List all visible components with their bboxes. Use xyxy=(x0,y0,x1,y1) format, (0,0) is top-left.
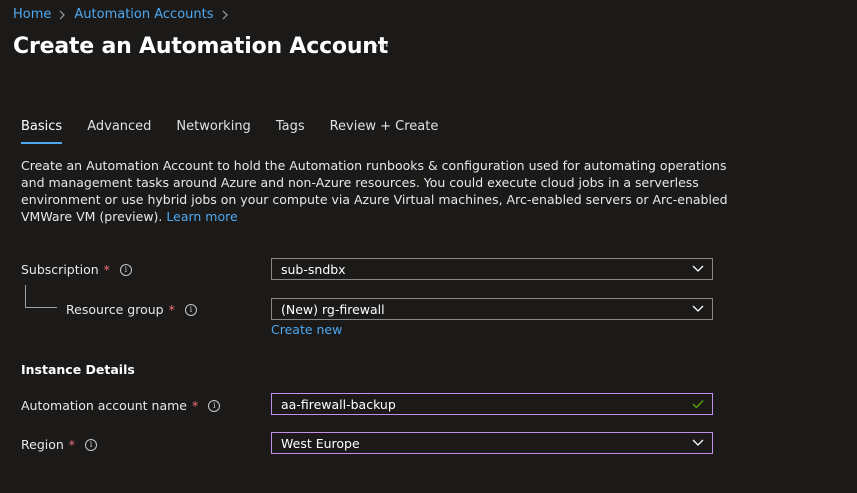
chevron-right-icon xyxy=(222,10,229,20)
description: Create an Automation Account to hold the… xyxy=(21,157,741,225)
account-name-label: Automation account name xyxy=(21,398,187,413)
region-value: West Europe xyxy=(281,435,360,451)
account-name-label-row: Automation account name * i xyxy=(21,398,221,413)
check-icon xyxy=(688,394,708,414)
account-name-value: aa-firewall-backup xyxy=(281,396,396,412)
create-new-link[interactable]: Create new xyxy=(271,322,342,337)
info-icon[interactable]: i xyxy=(85,438,98,451)
chevron-down-icon xyxy=(688,259,708,279)
subscription-label: Subscription xyxy=(21,262,99,277)
tab-tags[interactable]: Tags xyxy=(276,119,305,142)
region-label: Region xyxy=(21,437,64,452)
breadcrumb-automation-accounts[interactable]: Automation Accounts xyxy=(74,7,213,22)
tab-basics[interactable]: Basics xyxy=(21,119,63,144)
tab-review-create[interactable]: Review + Create xyxy=(330,119,439,142)
chevron-down-icon xyxy=(688,299,708,319)
required-marker: * xyxy=(168,302,175,317)
info-icon[interactable]: i xyxy=(208,399,221,412)
instance-details-heading: Instance Details xyxy=(21,362,135,377)
resource-group-label: Resource group xyxy=(66,302,164,317)
tab-advanced[interactable]: Advanced xyxy=(87,119,151,142)
page-title: Create an Automation Account xyxy=(13,34,389,59)
required-marker: * xyxy=(68,437,76,452)
tab-bar: Basics Advanced Networking Tags Review +… xyxy=(21,119,463,144)
subscription-value: sub-sndbx xyxy=(281,261,346,277)
required-marker: * xyxy=(192,398,199,413)
region-label-row: Region * i xyxy=(21,437,98,452)
breadcrumb: Home Automation Accounts xyxy=(13,7,237,22)
subscription-label-row: Subscription * i xyxy=(21,262,132,277)
description-text: Create an Automation Account to hold the… xyxy=(21,158,728,224)
resource-group-value: (New) rg-firewall xyxy=(281,301,385,317)
chevron-right-icon xyxy=(59,10,66,20)
breadcrumb-home[interactable]: Home xyxy=(13,7,51,22)
learn-more-link[interactable]: Learn more xyxy=(166,209,237,224)
region-dropdown[interactable]: West Europe xyxy=(271,432,713,454)
more-options-button[interactable]: ··· xyxy=(374,36,389,55)
resource-group-label-row: Resource group * i xyxy=(66,302,197,317)
info-icon[interactable]: i xyxy=(184,303,197,316)
info-icon[interactable]: i xyxy=(119,263,132,276)
account-name-input[interactable]: aa-firewall-backup xyxy=(271,393,713,415)
chevron-down-icon xyxy=(688,433,708,453)
subscription-dropdown[interactable]: sub-sndbx xyxy=(271,258,713,280)
resource-group-dropdown[interactable]: (New) rg-firewall xyxy=(271,298,713,320)
tree-connector xyxy=(25,285,57,308)
tab-networking[interactable]: Networking xyxy=(176,119,250,142)
required-marker: * xyxy=(103,262,110,277)
